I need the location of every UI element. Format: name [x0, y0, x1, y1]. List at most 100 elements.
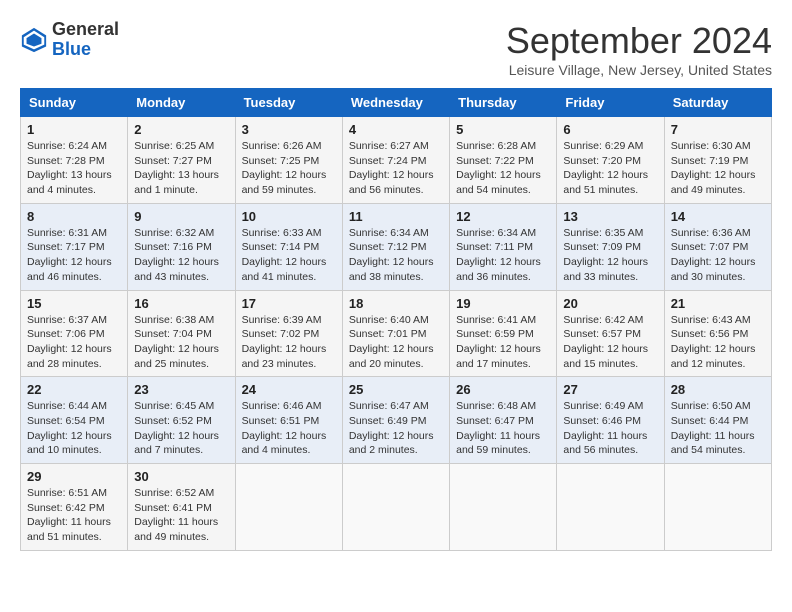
day-number: 11: [349, 209, 443, 224]
calendar-cell: 10 Sunrise: 6:33 AMSunset: 7:14 PMDayligh…: [235, 203, 342, 290]
day-info: Sunrise: 6:44 AMSunset: 6:54 PMDaylight:…: [27, 399, 121, 458]
logo-text: General Blue: [52, 20, 119, 60]
calendar-cell: [557, 464, 664, 551]
calendar-cell: 28 Sunrise: 6:50 AMSunset: 6:44 PMDayligh…: [664, 377, 771, 464]
day-info: Sunrise: 6:24 AMSunset: 7:28 PMDaylight:…: [27, 139, 121, 198]
column-header-sunday: Sunday: [21, 89, 128, 117]
day-number: 16: [134, 296, 228, 311]
logo-icon: [20, 26, 48, 54]
calendar-cell: 26Sunrise: 6:48 AMSunset: 6:47 PMDayligh…: [450, 377, 557, 464]
day-number: 21: [671, 296, 765, 311]
day-info: Sunrise: 6:37 AMSunset: 7:06 PMDaylight:…: [27, 313, 121, 372]
page-header: General Blue September 2024 Leisure Vill…: [20, 20, 772, 78]
day-info: Sunrise: 6:29 AMSunset: 7:20 PMDaylight:…: [563, 139, 657, 198]
calendar-cell: 3 Sunrise: 6:26 AMSunset: 7:25 PMDaylight…: [235, 117, 342, 204]
calendar-cell: 13Sunrise: 6:35 AMSunset: 7:09 PMDayligh…: [557, 203, 664, 290]
calendar-cell: 16 Sunrise: 6:38 AMSunset: 7:04 PMDayligh…: [128, 290, 235, 377]
calendar-cell: 6 Sunrise: 6:29 AMSunset: 7:20 PMDaylight…: [557, 117, 664, 204]
calendar-cell: 18 Sunrise: 6:40 AMSunset: 7:01 PMDayligh…: [342, 290, 449, 377]
calendar-cell: 9Sunrise: 6:32 AMSunset: 7:16 PMDaylight…: [128, 203, 235, 290]
calendar-cell: 1 Sunrise: 6:24 AMSunset: 7:28 PMDaylight…: [21, 117, 128, 204]
calendar-cell: 7 Sunrise: 6:30 AMSunset: 7:19 PMDaylight…: [664, 117, 771, 204]
column-header-monday: Monday: [128, 89, 235, 117]
calendar-cell: 2 Sunrise: 6:25 AMSunset: 7:27 PMDaylight…: [128, 117, 235, 204]
calendar-cell: 21Sunrise: 6:43 AMSunset: 6:56 PMDayligh…: [664, 290, 771, 377]
day-info: Sunrise: 6:42 AMSunset: 6:57 PMDaylight:…: [563, 313, 657, 372]
day-number: 2: [134, 122, 228, 137]
day-number: 18: [349, 296, 443, 311]
calendar-header-row: SundayMondayTuesdayWednesdayThursdayFrid…: [21, 89, 772, 117]
day-info: Sunrise: 6:41 AMSunset: 6:59 PMDaylight:…: [456, 313, 550, 372]
day-number: 28: [671, 382, 765, 397]
day-info: Sunrise: 6:28 AMSunset: 7:22 PMDaylight:…: [456, 139, 550, 198]
day-number: 7: [671, 122, 765, 137]
day-info: Sunrise: 6:47 AMSunset: 6:49 PMDaylight:…: [349, 399, 443, 458]
day-number: 14: [671, 209, 765, 224]
calendar-cell: 22 Sunrise: 6:44 AMSunset: 6:54 PMDayligh…: [21, 377, 128, 464]
calendar-cell: 25 Sunrise: 6:47 AMSunset: 6:49 PMDayligh…: [342, 377, 449, 464]
day-number: 12: [456, 209, 550, 224]
calendar-week-row: 29 Sunrise: 6:51 AMSunset: 6:42 PMDayligh…: [21, 464, 772, 551]
calendar-cell: 19Sunrise: 6:41 AMSunset: 6:59 PMDayligh…: [450, 290, 557, 377]
column-header-wednesday: Wednesday: [342, 89, 449, 117]
day-info: Sunrise: 6:33 AMSunset: 7:14 PMDaylight:…: [242, 226, 336, 285]
day-info: Sunrise: 6:51 AMSunset: 6:42 PMDaylight:…: [27, 486, 121, 545]
calendar-cell: 23 Sunrise: 6:45 AMSunset: 6:52 PMDayligh…: [128, 377, 235, 464]
day-info: Sunrise: 6:52 AMSunset: 6:41 PMDaylight:…: [134, 486, 228, 545]
title-block: September 2024 Leisure Village, New Jers…: [506, 20, 772, 78]
calendar-cell: [342, 464, 449, 551]
day-number: 9: [134, 209, 228, 224]
calendar-cell: [450, 464, 557, 551]
day-info: Sunrise: 6:27 AMSunset: 7:24 PMDaylight:…: [349, 139, 443, 198]
day-number: 24: [242, 382, 336, 397]
column-header-tuesday: Tuesday: [235, 89, 342, 117]
day-info: Sunrise: 6:34 AMSunset: 7:12 PMDaylight:…: [349, 226, 443, 285]
day-number: 20: [563, 296, 657, 311]
day-info: Sunrise: 6:38 AMSunset: 7:04 PMDaylight:…: [134, 313, 228, 372]
month-title: September 2024: [506, 20, 772, 62]
day-info: Sunrise: 6:39 AMSunset: 7:02 PMDaylight:…: [242, 313, 336, 372]
day-number: 4: [349, 122, 443, 137]
day-number: 8: [27, 209, 121, 224]
day-number: 17: [242, 296, 336, 311]
day-number: 10: [242, 209, 336, 224]
logo-blue-text: Blue: [52, 39, 91, 59]
calendar-cell: 14 Sunrise: 6:36 AMSunset: 7:07 PMDayligh…: [664, 203, 771, 290]
day-number: 3: [242, 122, 336, 137]
day-number: 6: [563, 122, 657, 137]
calendar-cell: 4 Sunrise: 6:27 AMSunset: 7:24 PMDaylight…: [342, 117, 449, 204]
calendar-cell: 24Sunrise: 6:46 AMSunset: 6:51 PMDayligh…: [235, 377, 342, 464]
day-info: Sunrise: 6:30 AMSunset: 7:19 PMDaylight:…: [671, 139, 765, 198]
calendar-cell: 20 Sunrise: 6:42 AMSunset: 6:57 PMDayligh…: [557, 290, 664, 377]
day-info: Sunrise: 6:36 AMSunset: 7:07 PMDaylight:…: [671, 226, 765, 285]
day-info: Sunrise: 6:31 AMSunset: 7:17 PMDaylight:…: [27, 226, 121, 285]
day-number: 22: [27, 382, 121, 397]
calendar-cell: 8 Sunrise: 6:31 AMSunset: 7:17 PMDaylight…: [21, 203, 128, 290]
day-info: Sunrise: 6:26 AMSunset: 7:25 PMDaylight:…: [242, 139, 336, 198]
calendar-week-row: 22 Sunrise: 6:44 AMSunset: 6:54 PMDayligh…: [21, 377, 772, 464]
column-header-thursday: Thursday: [450, 89, 557, 117]
day-info: Sunrise: 6:35 AMSunset: 7:09 PMDaylight:…: [563, 226, 657, 285]
column-header-saturday: Saturday: [664, 89, 771, 117]
day-info: Sunrise: 6:40 AMSunset: 7:01 PMDaylight:…: [349, 313, 443, 372]
calendar-cell: 11 Sunrise: 6:34 AMSunset: 7:12 PMDayligh…: [342, 203, 449, 290]
calendar-cell: 5 Sunrise: 6:28 AMSunset: 7:22 PMDaylight…: [450, 117, 557, 204]
calendar-week-row: 1 Sunrise: 6:24 AMSunset: 7:28 PMDaylight…: [21, 117, 772, 204]
logo: General Blue: [20, 20, 119, 60]
day-info: Sunrise: 6:25 AMSunset: 7:27 PMDaylight:…: [134, 139, 228, 198]
day-number: 5: [456, 122, 550, 137]
day-number: 23: [134, 382, 228, 397]
day-info: Sunrise: 6:49 AMSunset: 6:46 PMDaylight:…: [563, 399, 657, 458]
calendar-week-row: 15Sunrise: 6:37 AMSunset: 7:06 PMDayligh…: [21, 290, 772, 377]
calendar-cell: 15Sunrise: 6:37 AMSunset: 7:06 PMDayligh…: [21, 290, 128, 377]
location-subtitle: Leisure Village, New Jersey, United Stat…: [506, 62, 772, 78]
day-info: Sunrise: 6:50 AMSunset: 6:44 PMDaylight:…: [671, 399, 765, 458]
day-number: 1: [27, 122, 121, 137]
day-info: Sunrise: 6:45 AMSunset: 6:52 PMDaylight:…: [134, 399, 228, 458]
day-info: Sunrise: 6:34 AMSunset: 7:11 PMDaylight:…: [456, 226, 550, 285]
day-number: 25: [349, 382, 443, 397]
day-number: 29: [27, 469, 121, 484]
calendar-cell: [664, 464, 771, 551]
logo-general-text: General: [52, 19, 119, 39]
calendar-cell: 17 Sunrise: 6:39 AMSunset: 7:02 PMDayligh…: [235, 290, 342, 377]
